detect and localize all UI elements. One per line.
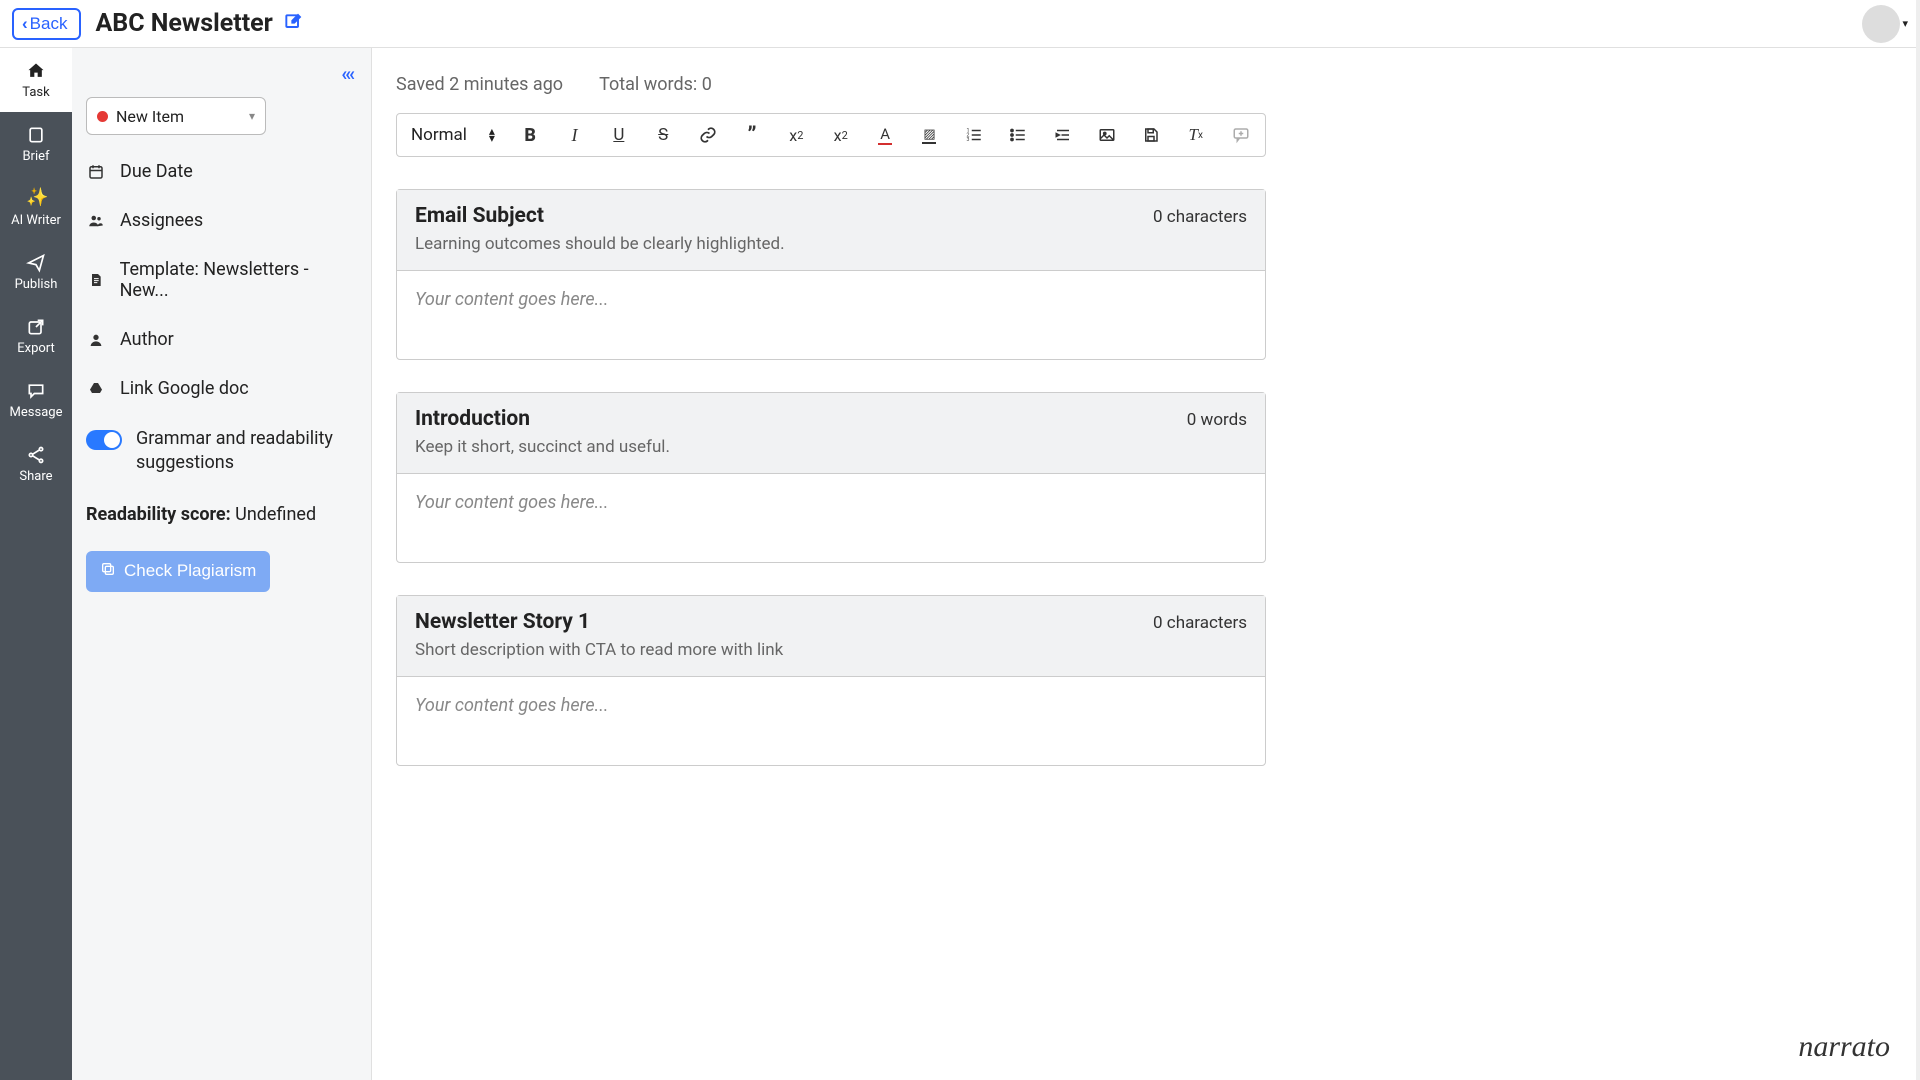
author-row[interactable]: Author [86,329,357,350]
editor-meta: Saved 2 minutes ago Total words: 0 [396,74,1896,95]
rail-item-brief[interactable]: Brief [0,112,72,176]
link-button[interactable] [698,124,716,146]
block-hint: Short description with CTA to read more … [415,640,1247,660]
avatar [1862,5,1900,43]
content-block-email-subject: Email Subject 0 characters Learning outc… [396,189,1266,360]
clear-format-button[interactable]: Tx [1187,124,1205,146]
wand-icon: ✨ [26,189,46,209]
editor-placeholder: Your content goes here... [415,492,608,513]
send-icon [26,253,46,273]
chevron-left-icon: ‹ [22,14,28,34]
block-head: Newsletter Story 1 0 characters Short de… [397,596,1265,677]
rail-item-ai-writer[interactable]: ✨ AI Writer [0,176,72,240]
assignees-row[interactable]: Assignees [86,210,357,231]
page-title: ABC Newsletter [95,9,272,38]
rail-item-export[interactable]: Export [0,304,72,368]
status-select[interactable]: New Item [86,97,266,135]
calendar-icon [86,162,106,182]
add-comment-button[interactable] [1231,124,1251,146]
save-button[interactable] [1142,124,1160,146]
user-icon [86,330,106,350]
scrollbar-track[interactable] [1916,0,1920,1080]
block-count: 0 characters [1153,207,1247,227]
side-panel: ‹‹‹ New Item Due Date Assignees Template… [72,48,372,1080]
rail-item-message[interactable]: Message [0,368,72,432]
strike-button[interactable]: S [654,124,672,146]
collapse-panel-icon[interactable]: ‹‹‹ [86,62,357,85]
indent-button[interactable] [1053,124,1071,146]
export-icon [26,317,46,337]
svg-text:3: 3 [966,137,969,143]
ordered-list-button[interactable]: 123 [965,124,983,146]
highlight-button[interactable]: ▨ [920,124,938,146]
top-bar: ‹ Back ABC Newsletter ▾ [0,0,1920,48]
bold-button[interactable]: B [521,124,539,146]
text-color-button[interactable]: A [876,124,894,146]
superscript-button[interactable]: x2 [832,124,850,146]
due-date-row[interactable]: Due Date [86,161,357,182]
block-hint: Keep it short, succinct and useful. [415,437,1247,457]
grammar-toggle-label: Grammar and readability suggestions [136,427,357,476]
content-block-story-1: Newsletter Story 1 0 characters Short de… [396,595,1266,766]
readability-score: Readability score: Undefined [86,504,357,525]
block-count: 0 characters [1153,613,1247,633]
saved-timestamp: Saved 2 minutes ago [396,74,563,95]
rail-item-publish[interactable]: Publish [0,240,72,304]
template-row[interactable]: Template: Newsletters - New... [86,259,357,301]
chat-icon [26,381,46,401]
quote-button[interactable]: ” [743,124,761,146]
rail-item-task[interactable]: Task [0,48,72,112]
block-head: Introduction 0 words Keep it short, succ… [397,393,1265,474]
italic-button[interactable]: I [565,124,583,146]
subscript-button[interactable]: x2 [787,124,805,146]
brand-logo: narrato [1798,1030,1890,1064]
share-icon [26,445,46,465]
title-wrap: ABC Newsletter [95,9,302,38]
block-title: Email Subject [415,204,544,228]
note-icon [26,125,46,145]
caret-down-icon: ▾ [1902,17,1908,30]
user-menu[interactable]: ▾ [1862,5,1908,43]
block-editor[interactable]: Your content goes here... [397,474,1265,562]
sort-icon: ▴▾ [489,128,495,142]
nav-rail: Task Brief ✨ AI Writer Publish Export Me… [0,48,72,1080]
back-button[interactable]: ‹ Back [12,8,81,40]
google-drive-icon [86,379,106,399]
underline-button[interactable]: U [610,124,628,146]
unordered-list-button[interactable] [1009,124,1027,146]
status-select-label: New Item [116,107,184,126]
content-block-introduction: Introduction 0 words Keep it short, succ… [396,392,1266,563]
editor-main: Saved 2 minutes ago Total words: 0 Norma… [372,48,1920,1080]
editor-placeholder: Your content goes here... [415,289,608,310]
editor-placeholder: Your content goes here... [415,695,608,716]
users-icon [86,211,106,231]
copy-icon [100,561,116,582]
block-title: Introduction [415,407,530,431]
block-editor[interactable]: Your content goes here... [397,677,1265,765]
block-hint: Learning outcomes should be clearly high… [415,234,1247,254]
document-icon [86,270,106,290]
link-gdoc-row[interactable]: Link Google doc [86,378,357,399]
format-style-select[interactable]: Normal ▴▾ [411,125,495,145]
block-head: Email Subject 0 characters Learning outc… [397,190,1265,271]
status-dot-icon [97,111,108,122]
check-plagiarism-button[interactable]: Check Plagiarism [86,551,270,592]
grammar-toggle-row: Grammar and readability suggestions [86,427,357,476]
rail-item-share[interactable]: Share [0,432,72,496]
block-title: Newsletter Story 1 [415,610,590,634]
edit-title-icon[interactable] [283,12,303,36]
back-button-label: Back [30,14,68,34]
total-words: Total words: 0 [599,74,712,95]
home-icon [26,61,46,81]
editor-toolbar: Normal ▴▾ B I U S ” x2 x2 A ▨ 123 Tx [396,113,1266,157]
block-editor[interactable]: Your content goes here... [397,271,1265,359]
image-button[interactable] [1098,124,1116,146]
block-count: 0 words [1187,410,1247,430]
grammar-toggle[interactable] [86,430,122,450]
